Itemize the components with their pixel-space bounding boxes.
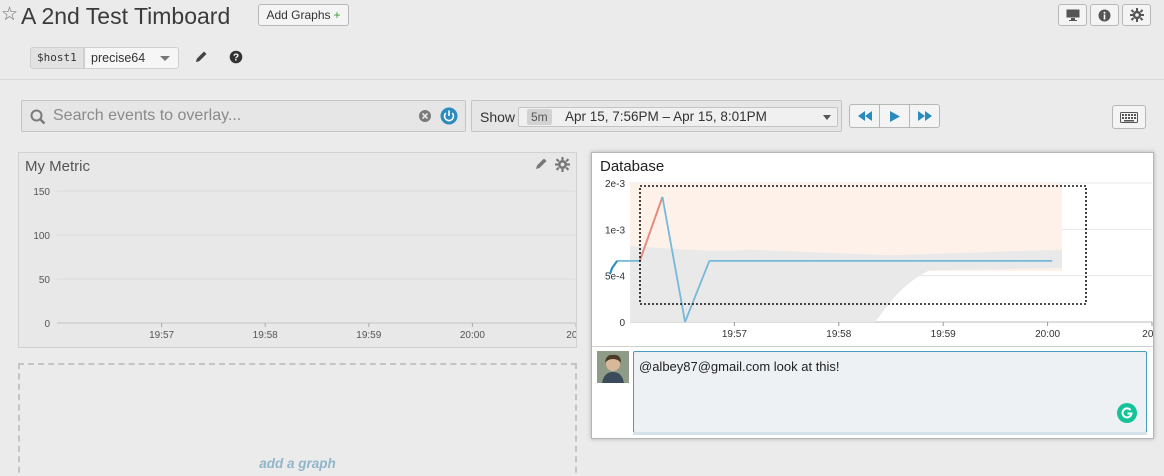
search-icon [30,109,46,125]
timeframe-box: Show 5m Apr 15, 7:56PM – Apr 15, 8:01PM [471,100,842,132]
template-variables-row: $host1 precise64 [0,36,1164,80]
power-icon[interactable] [440,107,458,125]
timeframe-range: Apr 15, 7:56PM – Apr 15, 8:01PM [565,109,767,124]
event-search-box [21,100,466,132]
database-panel: Database 0 5e-4 1e-3 2e-3 19:57 19:58 19:59 20:… [591,152,1154,439]
timeframe-select[interactable]: 5m Apr 15, 7:56PM – Apr 15, 8:01PM [518,107,838,127]
y-tick-label: 150 [33,187,50,198]
panel-title: Database [600,158,665,175]
my-metric-panel: My Metric 0 50 100 150 19:57 19:58 19:59 20:00 2… [18,152,577,348]
clear-search-icon[interactable] [418,109,432,123]
x-tick-label: 20:0 [1142,329,1153,340]
keyboard-icon [1120,111,1138,123]
play-button[interactable] [879,104,910,128]
x-tick-label: 20:0 [566,330,576,341]
rewind-icon [857,111,872,121]
panel-actions [534,157,570,172]
add-graph-link[interactable]: add a graph [20,456,575,471]
comment-underline [633,432,1147,435]
show-label: Show [480,109,516,125]
rewind-button[interactable] [849,104,880,128]
y-tick-label: 0 [44,319,50,330]
edit-variables-pencil-icon[interactable] [194,50,208,64]
add-graphs-label: Add Graphs [266,8,331,22]
pencil-icon[interactable] [534,157,548,171]
chevron-down-icon [823,115,831,120]
database-chart: 0 5e-4 1e-3 2e-3 19:57 19:58 19:59 20:00 20:0 [605,179,1153,340]
add-graph-placeholder[interactable]: add a graph [18,363,577,476]
y-tick-label: 0 [619,318,625,329]
play-icon [889,110,900,122]
y-tick-label: 100 [33,231,50,242]
header-actions [1058,4,1151,26]
chevron-down-icon [160,56,170,61]
y-tick-label: 1e-3 [605,225,625,236]
template-variable-select[interactable]: precise64 [84,47,179,69]
comment-textarea[interactable]: @albey87@gmail.com look at this! [633,351,1147,433]
x-tick-label: 19:59 [931,329,956,340]
gear-icon [1129,8,1144,22]
tv-mode-button[interactable] [1058,4,1087,26]
grammarly-icon[interactable] [1117,403,1137,423]
template-variable-value: precise64 [91,51,146,65]
info-icon [1098,9,1111,21]
panel-title: My Metric [25,158,90,175]
top-bar: ☆ A 2nd Test Timboard Add Graphs + [0,0,1164,36]
settings-button[interactable] [1122,4,1151,26]
comment-text: @albey87@gmail.com look at this! [639,359,840,374]
x-tick-label: 20:00 [460,330,485,341]
timeframe-badge: 5m [527,109,552,125]
y-tick-label: 50 [39,275,51,286]
divider [592,346,1153,347]
avatar [597,351,629,383]
svg-text:?: ? [233,53,239,64]
time-navigation [849,104,940,128]
y-tick-label: 2e-3 [605,179,625,190]
star-icon[interactable]: ☆ [1,4,18,26]
info-button[interactable] [1090,4,1119,26]
y-tick-label: 5e-4 [605,272,625,283]
event-search-input[interactable] [53,105,413,127]
add-graphs-button[interactable]: Add Graphs + [258,4,349,26]
x-tick-label: 19:57 [722,329,747,340]
x-tick-label: 19:57 [149,330,174,341]
anomaly-band [630,246,1062,322]
monitor-icon [1066,9,1079,21]
template-variable-name: $host1 [30,47,84,69]
keyboard-shortcuts-button[interactable] [1112,105,1146,129]
x-tick-label: 20:00 [1035,329,1060,340]
my-metric-chart: 0 50 100 150 19:57 19:58 19:59 20:00 20:0 [33,187,576,341]
x-tick-label: 19:59 [356,330,381,341]
x-tick-label: 19:58 [253,330,278,341]
fast-forward-button[interactable] [909,104,940,128]
help-icon[interactable]: ? [229,50,243,64]
plus-icon: + [333,8,341,22]
fast-forward-icon [917,111,932,121]
x-tick-label: 19:58 [826,329,851,340]
dashboard-title: A 2nd Test Timboard [21,3,231,29]
gear-icon[interactable] [555,157,570,172]
